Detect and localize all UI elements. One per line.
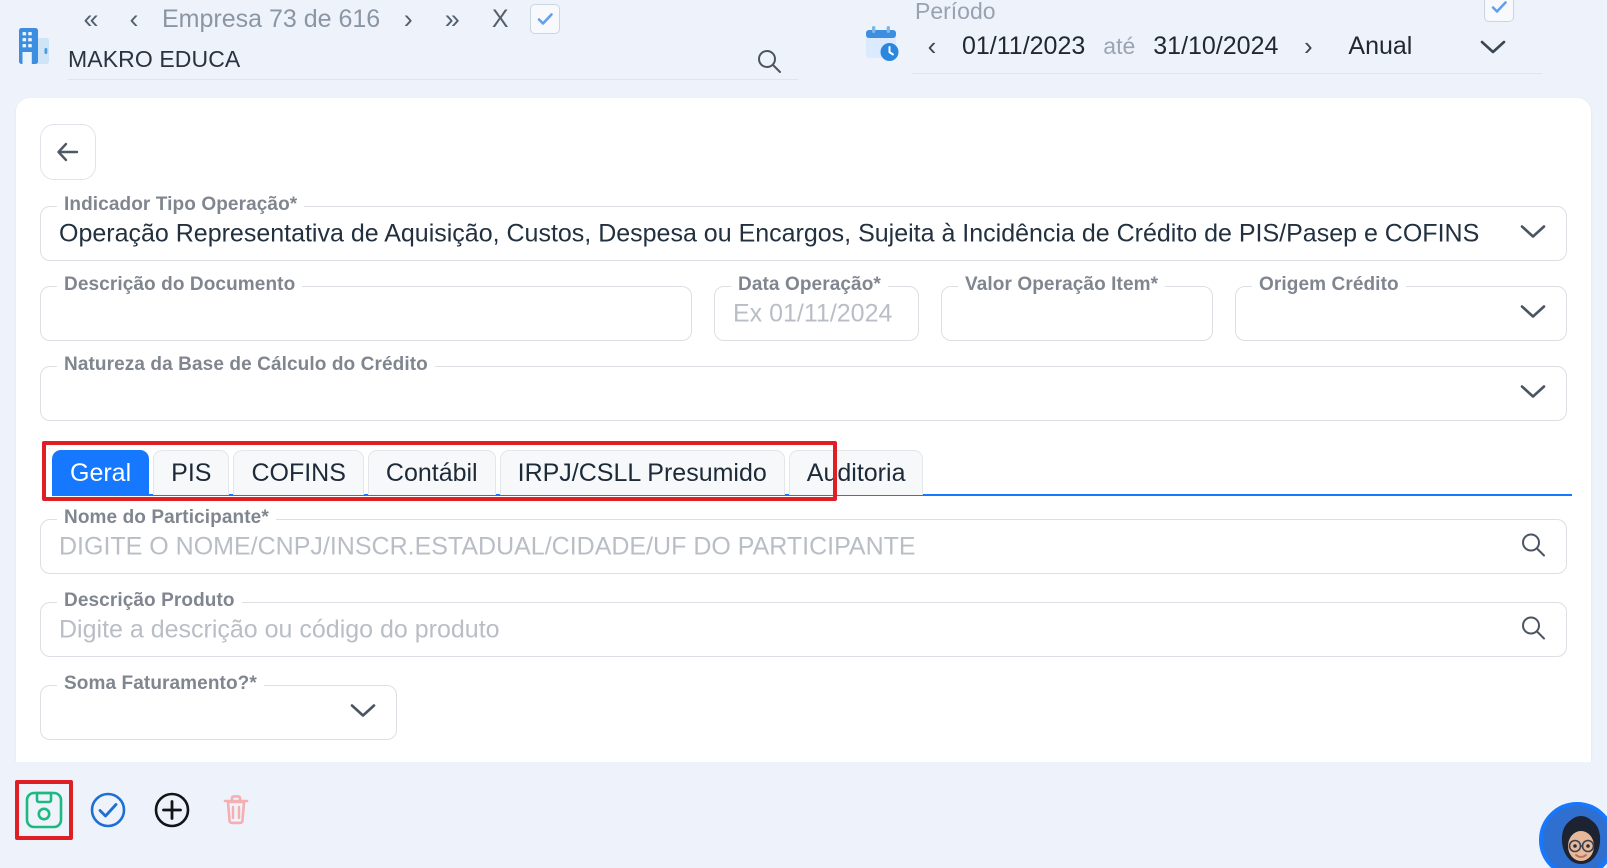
record-navigation: « ‹ Empresa 73 de 616 › » X — [68, 0, 561, 38]
field-value: Operação Representativa de Aquisição, Cu… — [59, 219, 1480, 247]
arrow-left-icon — [57, 142, 79, 162]
field-placeholder: Ex 01/11/2024 — [733, 299, 893, 327]
field-label: Soma Faturamento?* — [57, 673, 264, 695]
app-header: « ‹ Empresa 73 de 616 › » X MAKRO EDUCA — [0, 0, 1607, 92]
search-icon[interactable] — [754, 46, 784, 81]
tab-auditoria[interactable]: Auditoria — [788, 450, 924, 495]
nav-close-button[interactable]: X — [476, 0, 524, 38]
field-label: Data Operação* — [731, 274, 888, 296]
field-label: Nome do Participante* — [57, 507, 276, 529]
field-indicador-tipo-operacao[interactable]: Indicador Tipo Operação* Operação Repres… — [40, 194, 1567, 261]
trash-icon — [223, 795, 249, 825]
field-descricao-produto[interactable]: Descrição Produto Digite a descrição ou … — [40, 590, 1567, 657]
nav-confirm-checkbox[interactable] — [530, 4, 561, 34]
add-button[interactable] — [146, 784, 198, 836]
search-icon[interactable] — [1518, 612, 1548, 647]
field-data-operacao[interactable]: Data Operação* Ex 01/11/2024 — [714, 274, 919, 341]
search-icon[interactable] — [1518, 529, 1548, 564]
field-soma-faturamento[interactable]: Soma Faturamento?* — [40, 673, 397, 740]
period-end-date[interactable]: 31/10/2024 — [1143, 32, 1288, 61]
field-placeholder: DIGITE O NOME/CNPJ/INSCR.ESTADUAL/CIDADE… — [59, 532, 916, 560]
delete-button[interactable] — [210, 784, 262, 836]
field-label: Indicador Tipo Operação* — [57, 194, 305, 216]
field-placeholder: Digite a descrição ou código do produto — [59, 615, 500, 643]
check-icon — [537, 13, 554, 25]
plus-circle-icon — [154, 792, 190, 828]
confirm-button[interactable] — [82, 784, 134, 836]
field-descricao-documento[interactable]: Descrição do Documento — [40, 274, 692, 341]
app-root: « ‹ Empresa 73 de 616 › » X MAKRO EDUCA — [0, 0, 1607, 868]
check-circle-icon — [90, 792, 126, 828]
field-label: Valor Operação Item* — [958, 274, 1166, 296]
chevron-down-icon[interactable] — [1518, 221, 1548, 246]
period-selector: Período ‹ 01/11/2023 até 31/10/2024 › An… — [862, 0, 1542, 84]
save-floppy-icon — [25, 791, 63, 829]
chevron-down-icon[interactable] — [1518, 381, 1548, 406]
tab-pis[interactable]: PIS — [153, 450, 230, 495]
period-separator: até — [1103, 33, 1136, 59]
field-origem-credito[interactable]: Origem Crédito — [1235, 274, 1567, 341]
company-name: MAKRO EDUCA — [68, 46, 241, 72]
building-icon — [14, 24, 54, 68]
period-next-button[interactable]: › — [1288, 25, 1328, 69]
field-label: Descrição Produto — [57, 590, 242, 612]
nav-first-button[interactable]: « — [68, 0, 114, 38]
nav-prev-button[interactable]: ‹ — [114, 0, 154, 38]
period-controls: ‹ 01/11/2023 até 31/10/2024 › Anual — [912, 20, 1542, 74]
period-prev-button[interactable]: ‹ — [912, 25, 952, 69]
period-mode-value[interactable]: Anual — [1328, 32, 1412, 61]
tab-cofins[interactable]: COFINS — [233, 450, 364, 495]
company-search-field[interactable]: MAKRO EDUCA — [68, 40, 798, 80]
check-icon — [1491, 1, 1507, 13]
bottom-toolbar — [0, 762, 1607, 868]
nav-last-button[interactable]: » — [428, 0, 476, 38]
back-button[interactable] — [40, 124, 96, 180]
tab-bar: Geral PIS COFINS Contábil IRPJ/CSLL Pres… — [52, 450, 924, 495]
tab-geral[interactable]: Geral — [52, 450, 150, 495]
field-valor-operacao-item[interactable]: Valor Operação Item* — [941, 274, 1213, 341]
chevron-down-icon[interactable] — [1518, 301, 1548, 326]
calendar-clock-icon — [862, 24, 902, 66]
field-natureza-base-calculo[interactable]: Natureza da Base de Cálculo do Crédito — [40, 354, 1567, 421]
user-avatar[interactable] — [1539, 802, 1607, 868]
period-confirm-checkbox[interactable] — [1484, 0, 1514, 22]
chevron-down-icon[interactable] — [348, 700, 378, 725]
tab-contabil[interactable]: Contábil — [367, 450, 496, 495]
chevron-down-icon[interactable] — [1478, 37, 1542, 57]
form-card: Indicador Tipo Operação* Operação Repres… — [16, 98, 1591, 762]
period-start-date[interactable]: 01/11/2023 — [952, 32, 1095, 61]
field-label: Descrição do Documento — [57, 274, 303, 296]
field-label: Origem Crédito — [1252, 274, 1406, 296]
save-button[interactable] — [18, 784, 70, 836]
tab-irpj-csll-presumido[interactable]: IRPJ/CSLL Presumido — [499, 450, 785, 495]
field-label: Natureza da Base de Cálculo do Crédito — [57, 354, 435, 376]
nav-next-button[interactable]: › — [388, 0, 428, 38]
field-nome-participante[interactable]: Nome do Participante* DIGITE O NOME/CNPJ… — [40, 507, 1567, 574]
record-counter: Empresa 73 de 616 — [162, 5, 381, 33]
